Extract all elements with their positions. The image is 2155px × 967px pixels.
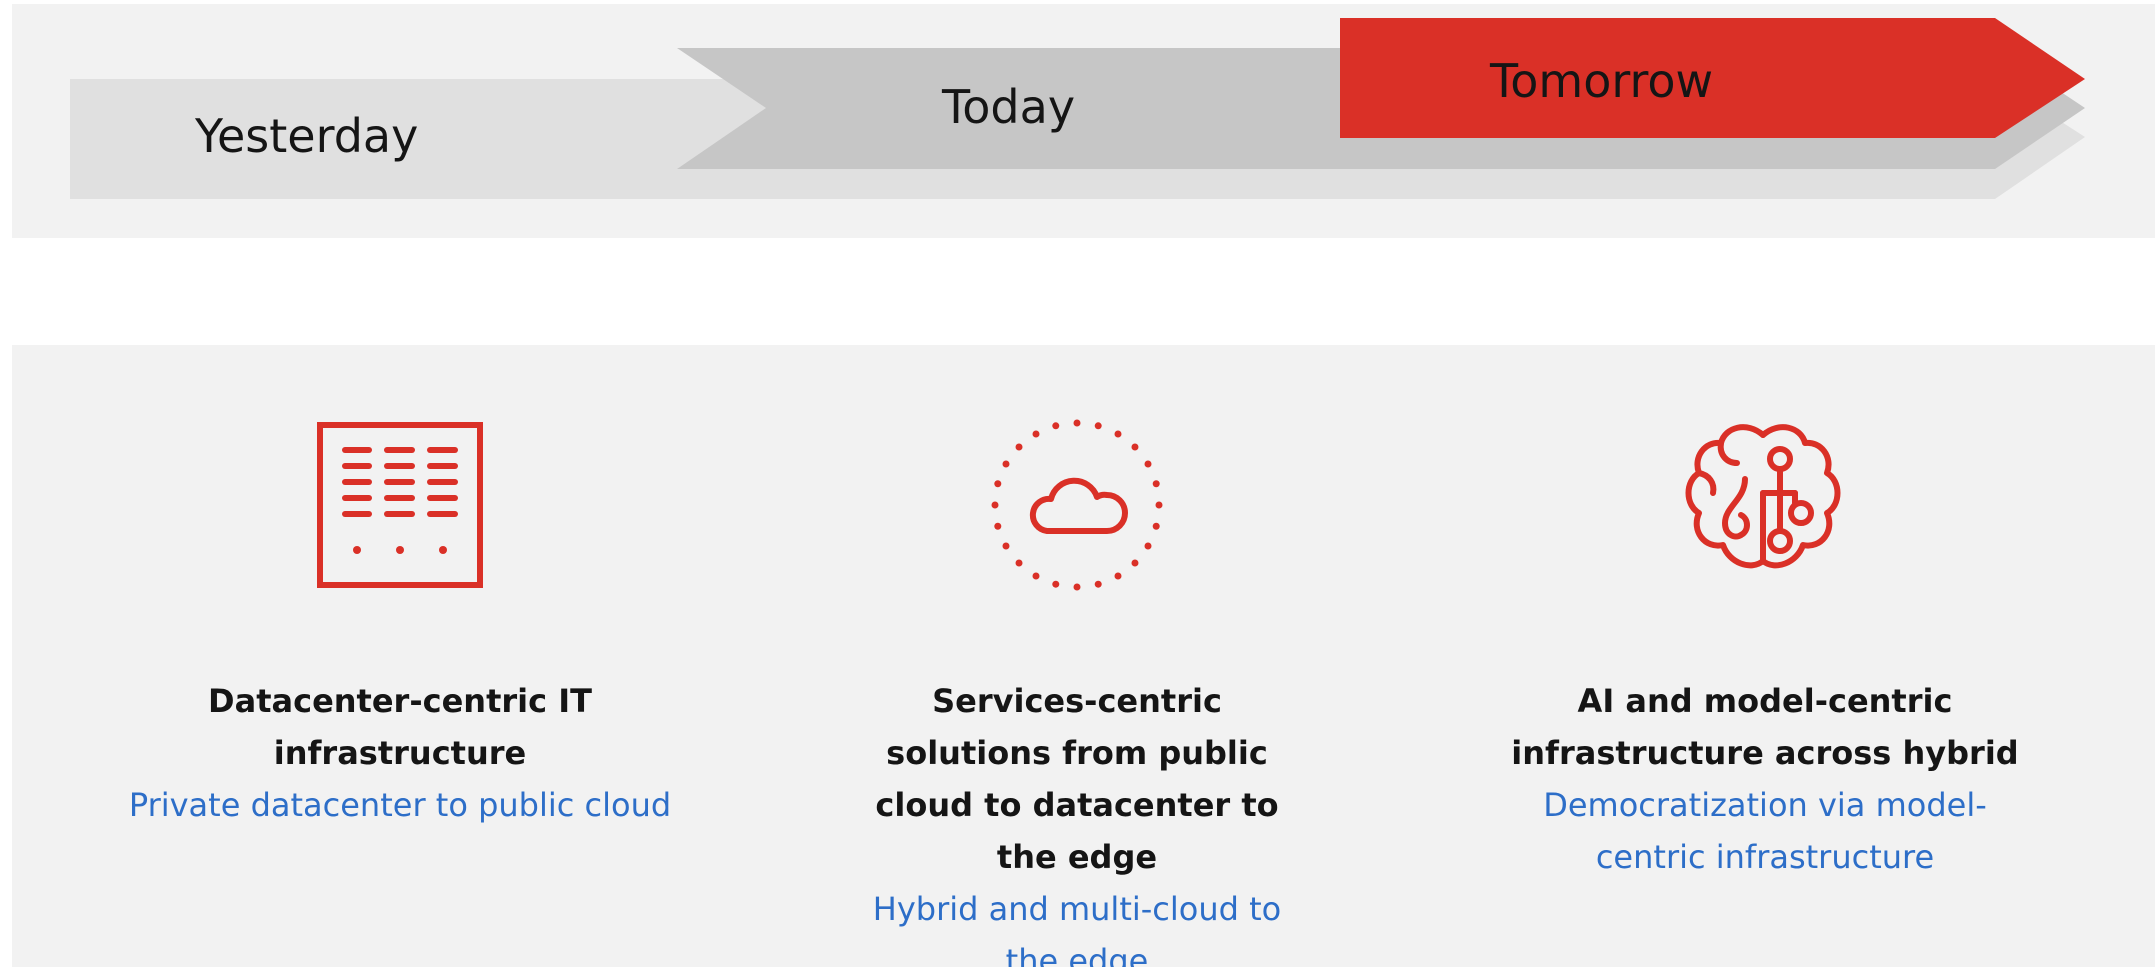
timeline-label-yesterday: Yesterday xyxy=(195,109,419,163)
server-rack-icon xyxy=(317,422,483,588)
ai-brain-icon xyxy=(1685,424,1841,569)
ring-dot xyxy=(1032,430,1040,438)
column-subtitle: Hybrid and multi-cloud to the edge xyxy=(872,890,1282,967)
ring-dot xyxy=(1152,522,1160,530)
column-subtitle: Private datacenter to public cloud xyxy=(128,786,672,824)
content-band: Datacenter-centric IT infrastructure Pri… xyxy=(12,345,2155,967)
cloud-icon xyxy=(991,419,1163,591)
ring-dot xyxy=(994,522,1002,530)
column-title: Datacenter-centric IT infrastructure xyxy=(208,682,592,772)
ring-dot xyxy=(1073,583,1081,591)
ring-dot xyxy=(1073,419,1081,427)
ring-dot xyxy=(1015,443,1023,451)
ring-dot xyxy=(991,501,999,509)
ring-dot xyxy=(1094,422,1102,430)
ring-dot xyxy=(1002,460,1010,468)
ring-dot xyxy=(1114,430,1122,438)
ring-dot xyxy=(1015,559,1023,567)
column-title: AI and model-centric infrastructure acro… xyxy=(1511,682,2019,772)
ring-dot xyxy=(1152,480,1160,488)
column-title: Services-centric solutions from public c… xyxy=(875,682,1279,876)
page: Yesterday Today Tomorrow Datacenter-cent… xyxy=(0,0,2155,967)
ring-dot xyxy=(1052,422,1060,430)
timeline-label-tomorrow: Tomorrow xyxy=(1490,54,1714,108)
ring-dot xyxy=(994,480,1002,488)
ring-dot xyxy=(1114,572,1122,580)
ring-dot xyxy=(1155,501,1163,509)
ring-dot xyxy=(1131,443,1139,451)
ring-dot xyxy=(1144,460,1152,468)
ring-dot xyxy=(1094,580,1102,588)
column-subtitle: Democratization via model-centric infras… xyxy=(1543,786,1987,876)
ring-dot xyxy=(1052,580,1060,588)
ring-dot xyxy=(1144,542,1152,550)
timeline-label-today: Today xyxy=(942,80,1076,134)
ring-dot xyxy=(1032,572,1040,580)
ring-dot xyxy=(1131,559,1139,567)
ring-dot xyxy=(1002,542,1010,550)
